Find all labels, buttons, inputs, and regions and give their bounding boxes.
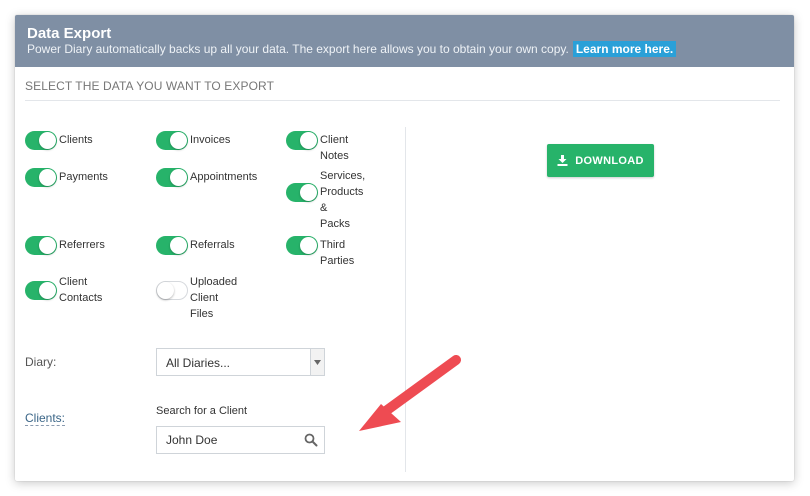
toggle-switch[interactable] bbox=[25, 236, 57, 255]
search-icon[interactable] bbox=[304, 433, 318, 447]
download-icon bbox=[557, 155, 568, 166]
search-caption: Search for a Client bbox=[156, 405, 248, 417]
toggle-switch[interactable] bbox=[286, 131, 318, 150]
toggle-label: Referrers bbox=[59, 239, 105, 251]
diary-label: Diary: bbox=[25, 355, 57, 369]
download-label: DOWNLOAD bbox=[575, 154, 644, 167]
section-title: SELECT THE DATA YOU WANT TO EXPORT bbox=[25, 79, 275, 93]
diary-select[interactable]: All Diaries... bbox=[156, 348, 325, 376]
label-line: Products & bbox=[320, 186, 364, 214]
data-export-card: Data Export Power Diary automatically ba… bbox=[15, 15, 794, 481]
toggle-switch[interactable] bbox=[286, 236, 318, 255]
label-line: Uploaded bbox=[190, 276, 238, 288]
toggle-switch[interactable] bbox=[25, 131, 57, 150]
toggle-label: Appointments bbox=[190, 171, 258, 183]
label-line: Packs bbox=[320, 218, 350, 230]
header-subtitle: Power Diary automatically backs up all y… bbox=[27, 41, 677, 57]
label-line: Contacts bbox=[59, 292, 103, 304]
toggle-label: Invoices bbox=[190, 134, 231, 146]
toggle-label: Uploaded Client Files bbox=[190, 274, 237, 322]
header-bar: Data Export Power Diary automatically ba… bbox=[15, 15, 794, 67]
red-arrow-annotation bbox=[359, 355, 461, 431]
toggle-switch[interactable] bbox=[156, 281, 188, 300]
clients-label: Clients: bbox=[25, 411, 66, 426]
toggle-switch[interactable] bbox=[25, 281, 57, 300]
page-title: Data Export bbox=[27, 25, 112, 42]
subtitle-text: Power Diary automatically backs up all y… bbox=[27, 42, 569, 56]
label-line: Client Files bbox=[190, 292, 219, 320]
clients-label-text[interactable]: Clients: bbox=[25, 411, 66, 426]
learn-more-link[interactable]: Learn more here. bbox=[572, 41, 677, 57]
section-divider bbox=[25, 100, 780, 101]
toggle-label: Services, Products & Packs bbox=[320, 168, 365, 232]
toggle-label: Client Notes bbox=[320, 134, 349, 162]
toggle-label: Referrals bbox=[190, 239, 235, 251]
toggle-switch[interactable] bbox=[156, 168, 188, 187]
label-line: Services, bbox=[320, 170, 366, 182]
toggle-label: Clients bbox=[59, 134, 93, 146]
toggle-label: Third Parties bbox=[320, 239, 355, 267]
toggle-switch[interactable] bbox=[25, 168, 57, 187]
toggle-switch[interactable] bbox=[156, 131, 188, 150]
chevron-down-icon[interactable] bbox=[310, 349, 324, 375]
label-line: Client bbox=[59, 276, 88, 288]
diary-selected-value: All Diaries... bbox=[166, 356, 231, 370]
client-search-input[interactable] bbox=[156, 426, 325, 454]
toggle-switch[interactable] bbox=[156, 236, 188, 255]
download-button[interactable]: DOWNLOAD bbox=[547, 144, 654, 177]
toggle-label: Client Contacts bbox=[59, 274, 102, 306]
toggle-label: Payments bbox=[59, 171, 108, 183]
toggle-switch[interactable] bbox=[286, 183, 318, 202]
